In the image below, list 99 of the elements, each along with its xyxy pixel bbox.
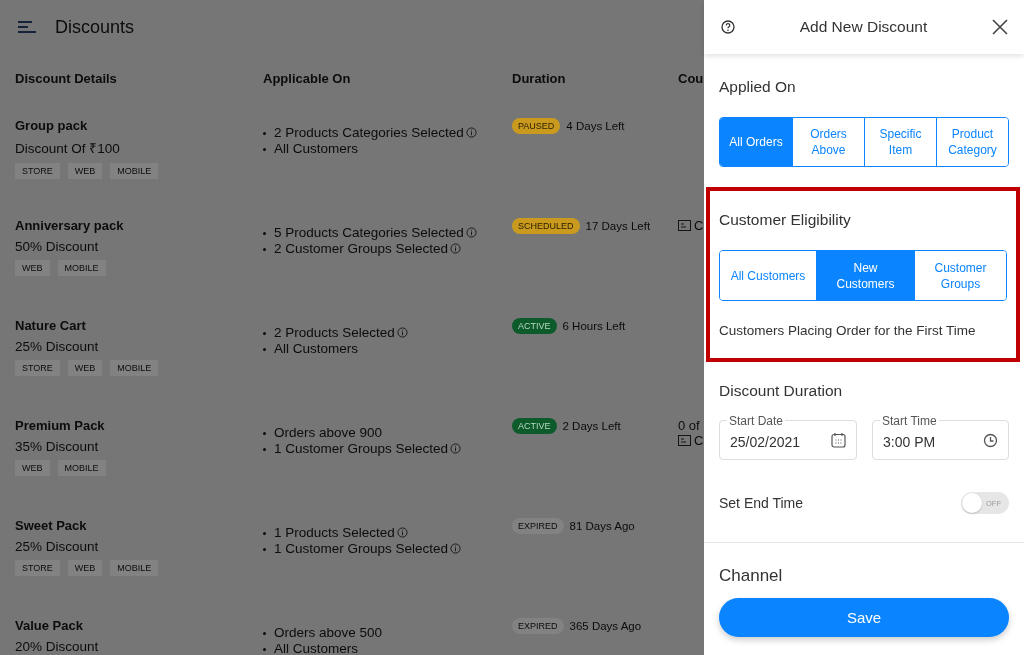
section-title: Applied On: [719, 78, 797, 96]
bullet: [263, 532, 266, 535]
status-badge: EXPIRED: [512, 618, 564, 634]
discount-name: Nature Cart: [15, 318, 87, 333]
time-remaining: 2 Days Left: [562, 420, 621, 432]
column-header: Applicable On: [263, 70, 352, 86]
info-icon[interactable]: [465, 127, 477, 138]
bullet: [263, 132, 266, 135]
channel-tag: MOBILE: [110, 360, 159, 376]
discount-name: Anniversary pack: [15, 218, 125, 233]
column-header: Cou: [678, 70, 704, 86]
bullet: [263, 632, 266, 635]
section-title: Discount Duration: [719, 382, 844, 400]
page-title: Discounts: [55, 16, 135, 38]
applicable-item: All Customers: [274, 641, 359, 655]
applicable-item: 1 Customer Groups Selected: [274, 541, 449, 556]
applicable-item: 5 Products Categories Selected: [274, 225, 464, 240]
channel-tag: WEB: [67, 360, 103, 376]
segment-option[interactable]: New Customers: [816, 251, 914, 300]
applicable-item: 2 Products Categories Selected: [274, 125, 464, 140]
info-icon[interactable]: [450, 543, 462, 554]
status-badge: EXPIRED: [512, 518, 564, 534]
coupon-text: C: [694, 218, 704, 233]
bullet: [263, 348, 266, 351]
info-icon[interactable]: [396, 527, 408, 538]
channel-tag: MOBILE: [57, 460, 106, 476]
segment-option[interactable]: All Orders: [720, 118, 792, 166]
channel-tag: WEB: [15, 460, 50, 476]
discount-amount: Discount Of ₹100: [15, 140, 121, 157]
end-time-label: Set End Time: [719, 495, 804, 511]
calendar-icon[interactable]: [831, 432, 846, 448]
discount-amount: 35% Discount: [15, 439, 100, 454]
clock-icon[interactable]: [983, 432, 998, 448]
coupon-text: C: [694, 433, 704, 448]
channel-tag: WEB: [67, 560, 103, 576]
segment-option[interactable]: Customer Groups: [914, 251, 1006, 300]
time-remaining: 365 Days Ago: [569, 620, 642, 632]
help-icon[interactable]: [721, 20, 735, 34]
info-icon[interactable]: [450, 243, 462, 254]
panel-title: Add New Discount: [799, 18, 928, 36]
info-icon[interactable]: [396, 327, 408, 338]
status-badge: ACTIVE: [512, 318, 557, 334]
channel-tag: MOBILE: [110, 163, 159, 179]
channel-tag: WEB: [67, 163, 103, 179]
applicable-item: All Customers: [274, 341, 359, 356]
channel-tag: STORE: [15, 360, 60, 376]
eligibility-description: Customers Placing Order for the First Time: [719, 323, 977, 338]
discount-amount: 25% Discount: [15, 339, 100, 354]
bullet: [263, 432, 266, 435]
ticket-icon: [678, 435, 691, 446]
applicable-item: 2 Customer Groups Selected: [274, 241, 449, 256]
column-header: Duration: [512, 70, 567, 86]
status-badge: ACTIVE: [512, 418, 557, 434]
bullet: [263, 248, 266, 251]
bullet: [263, 648, 266, 651]
field-value: 3:00 PM: [883, 434, 936, 450]
time-remaining: 17 Days Left: [585, 220, 651, 232]
applicable-item: Orders above 900: [274, 425, 383, 440]
time-remaining: 6 Hours Left: [562, 320, 626, 332]
discount-amount: 50% Discount: [15, 239, 100, 254]
coupon-text: 0 of: [678, 418, 700, 433]
section-title: Customer Eligibility: [719, 211, 852, 229]
applicable-item: 2 Products Selected: [274, 325, 395, 340]
close-icon[interactable]: [992, 19, 1008, 35]
discount-name: Value Pack: [15, 618, 84, 633]
time-remaining: 81 Days Ago: [569, 520, 635, 532]
applicable-item: All Customers: [274, 141, 359, 156]
menu-icon[interactable]: [17, 20, 37, 34]
applicable-item: 1 Customer Groups Selected: [274, 441, 449, 456]
bullet: [263, 148, 266, 151]
field-label: Start Date: [727, 414, 786, 428]
channel-tag: STORE: [15, 163, 60, 179]
time-remaining: 4 Days Left: [566, 120, 625, 132]
applicable-item: 1 Products Selected: [274, 525, 395, 540]
info-icon[interactable]: [450, 443, 462, 454]
segment-option[interactable]: Product Category: [936, 118, 1008, 166]
discount-amount: 25% Discount: [15, 539, 100, 554]
channel-tag: MOBILE: [110, 560, 159, 576]
discount-name: Sweet Pack: [15, 518, 88, 533]
info-icon[interactable]: [465, 227, 477, 238]
bullet: [263, 548, 266, 551]
channel-tag: MOBILE: [57, 260, 106, 276]
status-badge: PAUSED: [512, 118, 561, 134]
bullet: [263, 448, 266, 451]
applicable-item: Orders above 500: [274, 625, 383, 640]
status-badge: SCHEDULED: [512, 218, 580, 234]
bullet: [263, 232, 266, 235]
bullet: [263, 332, 266, 335]
field-value: 25/02/2021: [730, 434, 801, 450]
ticket-icon: [678, 220, 691, 231]
discount-name: Group pack: [15, 118, 89, 133]
channel-tag: WEB: [15, 260, 50, 276]
column-header: Discount Details: [15, 70, 118, 86]
channel-tag: STORE: [15, 560, 60, 576]
discount-name: Premium Pack: [15, 418, 106, 433]
field-label: Start Time: [880, 414, 939, 428]
section-title: Channel: [719, 566, 784, 586]
save-button[interactable]: Save: [719, 598, 1009, 637]
discount-amount: 20% Discount: [15, 639, 100, 654]
